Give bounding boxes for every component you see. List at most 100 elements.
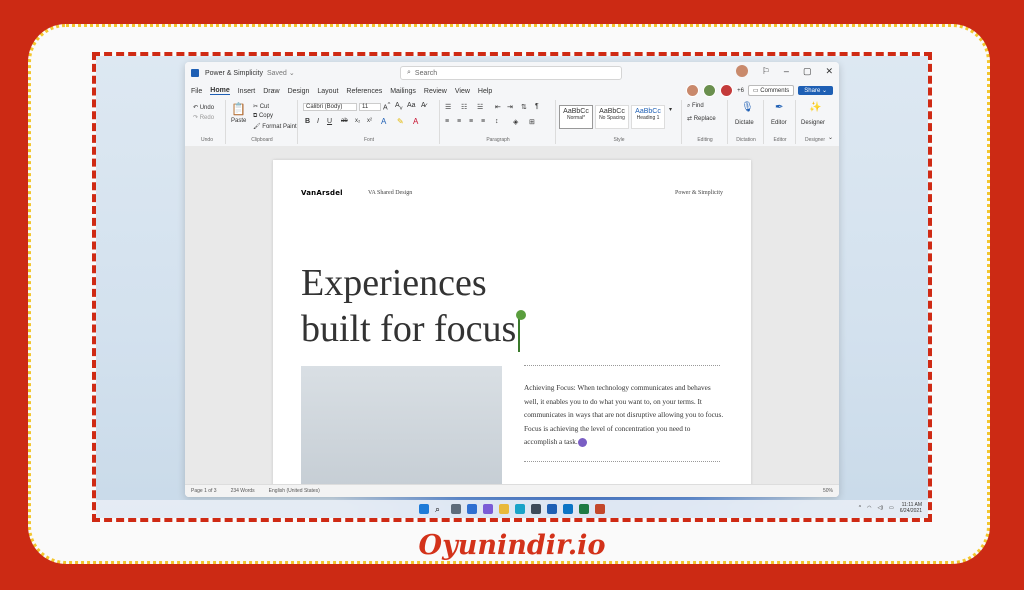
- replace-button[interactable]: ⇄ Replace: [687, 115, 716, 122]
- underline-button[interactable]: U: [327, 118, 332, 125]
- align-right-button[interactable]: ≡: [469, 118, 473, 125]
- word-taskbar-icon[interactable]: [547, 504, 557, 514]
- style-no-spacing[interactable]: AaBbCc No Spacing: [595, 105, 629, 129]
- tab-home[interactable]: Home: [210, 87, 230, 95]
- comments-button[interactable]: ▭ Comments: [747, 85, 795, 96]
- headline[interactable]: Experiences built for focus: [301, 260, 527, 352]
- excel-icon[interactable]: [579, 504, 589, 514]
- tab-view[interactable]: View: [455, 88, 470, 95]
- styles-more-icon[interactable]: ▾: [669, 106, 672, 113]
- line-spacing-button[interactable]: ↕: [495, 118, 499, 125]
- share-button[interactable]: Share ⌄: [798, 86, 833, 95]
- maximize-button[interactable]: ▢: [803, 66, 812, 77]
- ribbon-collapse-icon[interactable]: ⌄: [828, 134, 833, 141]
- numbering-button[interactable]: ☷: [461, 103, 467, 111]
- strikethrough-button[interactable]: ab: [341, 118, 348, 124]
- paste-button[interactable]: Paste: [231, 118, 246, 124]
- borders-button[interactable]: ⊞: [529, 118, 535, 126]
- format-painter-button[interactable]: 🖌 Format Paint: [253, 123, 297, 130]
- pilcrow-button[interactable]: ¶: [535, 103, 539, 110]
- feedback-icon[interactable]: ⚐: [762, 66, 770, 77]
- highlight-button[interactable]: ✎: [397, 117, 404, 126]
- bullets-button[interactable]: ☰: [445, 103, 451, 111]
- volume-icon[interactable]: ◁): [878, 505, 884, 511]
- text-effects-button[interactable]: A: [381, 117, 386, 126]
- font-size-select[interactable]: 11: [359, 103, 381, 111]
- align-left-button[interactable]: ≡: [445, 118, 449, 125]
- search-icon[interactable]: ⌕: [435, 504, 445, 514]
- multilevel-list-button[interactable]: ☱: [477, 103, 483, 111]
- italic-button[interactable]: I: [317, 118, 319, 125]
- bold-button[interactable]: B: [305, 118, 310, 125]
- tray-chevron-icon[interactable]: ^: [859, 505, 861, 511]
- paste-icon[interactable]: 📋: [231, 102, 246, 116]
- cut-button[interactable]: ✂ Cut: [253, 103, 269, 110]
- tab-draw[interactable]: Draw: [263, 88, 279, 95]
- decrease-indent-button[interactable]: ⇤: [495, 103, 501, 111]
- font-color-button[interactable]: A: [413, 117, 418, 126]
- outlook-icon[interactable]: [563, 504, 573, 514]
- document-photo[interactable]: [301, 366, 502, 497]
- copy-button[interactable]: ⧉ Copy: [253, 113, 273, 120]
- dictate-button[interactable]: Dictate: [735, 120, 754, 126]
- tab-file[interactable]: File: [191, 88, 202, 95]
- sort-button[interactable]: ⇅: [521, 103, 527, 111]
- editor-button[interactable]: Editor: [771, 120, 787, 126]
- magic-wand-icon[interactable]: ✨: [809, 102, 821, 113]
- shading-button[interactable]: ◈: [513, 118, 518, 126]
- change-case-button[interactable]: Aa: [407, 102, 416, 109]
- tab-insert[interactable]: Insert: [238, 88, 256, 95]
- clock[interactable]: 11:11 AM 6/24/2021: [900, 502, 922, 514]
- undo-button[interactable]: ↶ Undo: [193, 104, 214, 111]
- justify-button[interactable]: ≡: [481, 118, 485, 125]
- search-input[interactable]: ⌕ Search: [400, 66, 622, 80]
- saved-status[interactable]: Saved: [267, 70, 287, 77]
- clear-format-icon[interactable]: A̷: [421, 102, 426, 109]
- editor-pen-icon[interactable]: ✒: [775, 102, 783, 113]
- designer-button[interactable]: Designer: [801, 120, 825, 126]
- superscript-button[interactable]: x²: [367, 118, 372, 124]
- document-page[interactable]: VanArsdel VA Shared Design Power & Simpl…: [273, 160, 751, 497]
- increase-indent-button[interactable]: ⇥: [507, 103, 513, 111]
- tab-references[interactable]: References: [346, 88, 382, 95]
- battery-icon[interactable]: ▭: [889, 505, 894, 511]
- font-name-select[interactable]: Calibri (Body): [303, 103, 357, 111]
- wifi-icon[interactable]: ◠: [867, 505, 871, 511]
- redo-button[interactable]: ↷ Redo: [193, 114, 214, 121]
- align-center-button[interactable]: ≡: [457, 118, 461, 125]
- presence-more-count[interactable]: +6: [737, 88, 744, 94]
- edge-icon[interactable]: [515, 504, 525, 514]
- widgets-icon[interactable]: [467, 504, 477, 514]
- tab-help[interactable]: Help: [478, 88, 492, 95]
- account-avatar[interactable]: [735, 65, 748, 77]
- style-group: AaBbCc Normal* AaBbCc No Spacing AaBbCc Hea…: [557, 100, 682, 144]
- style-heading-1[interactable]: AaBbCc Heading 1: [631, 105, 665, 129]
- presence-avatar[interactable]: [686, 84, 700, 97]
- word-count[interactable]: 234 Words: [231, 488, 255, 494]
- start-icon[interactable]: [419, 504, 429, 514]
- store-icon[interactable]: [531, 504, 541, 514]
- file-explorer-icon[interactable]: [499, 504, 509, 514]
- language-status[interactable]: English (United States): [269, 488, 320, 494]
- powerpoint-icon[interactable]: [595, 504, 605, 514]
- presence-avatar[interactable]: [703, 84, 717, 97]
- chevron-down-icon[interactable]: ⌄: [289, 69, 295, 77]
- tab-design[interactable]: Design: [288, 88, 310, 95]
- style-normal[interactable]: AaBbCc Normal*: [559, 105, 593, 129]
- grow-font-button[interactable]: A^: [383, 102, 390, 111]
- find-button[interactable]: ⌕ Find: [687, 103, 704, 110]
- close-button[interactable]: ✕: [825, 66, 833, 77]
- minimize-button[interactable]: –: [784, 66, 789, 76]
- zoom-level[interactable]: 50%: [823, 488, 833, 494]
- page-count[interactable]: Page 1 of 3: [191, 488, 217, 494]
- chat-icon[interactable]: [483, 504, 493, 514]
- tab-review[interactable]: Review: [424, 88, 447, 95]
- shrink-font-button[interactable]: Av: [395, 102, 403, 111]
- subscript-button[interactable]: x₂: [355, 118, 360, 124]
- task-view-icon[interactable]: [451, 504, 461, 514]
- tab-mailings[interactable]: Mailings: [390, 88, 416, 95]
- body-paragraph[interactable]: Achieving Focus: When technology communi…: [524, 381, 724, 449]
- tab-layout[interactable]: Layout: [317, 88, 338, 95]
- presence-avatar[interactable]: [720, 84, 734, 97]
- microphone-icon[interactable]: 🎙: [741, 102, 754, 113]
